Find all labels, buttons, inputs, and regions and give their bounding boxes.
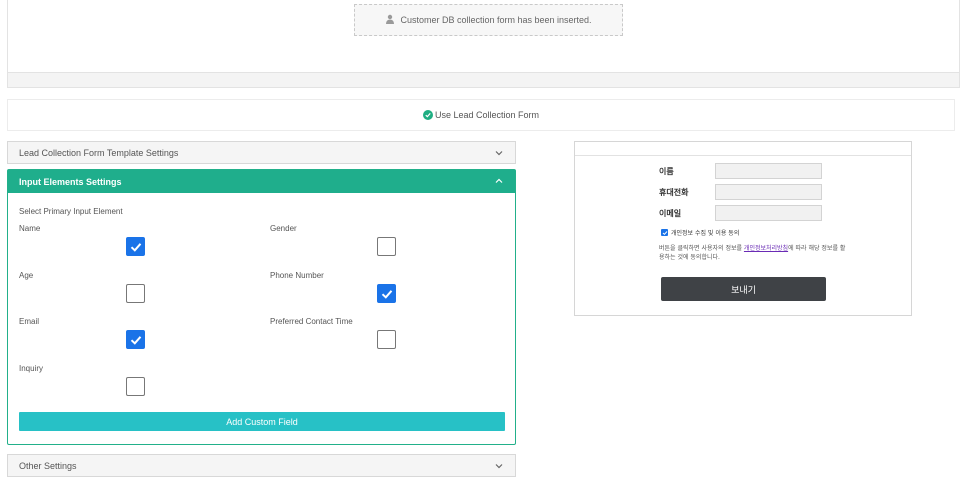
other-settings-label: Other Settings: [19, 460, 77, 471]
editor-panel: Customer DB collection form has been ins…: [7, 0, 960, 88]
preview-email-input[interactable]: [715, 205, 822, 221]
phone-checkbox[interactable]: [377, 284, 396, 303]
preview-label-name: 이름: [659, 167, 674, 176]
inserted-notice-text: Customer DB collection form has been ins…: [400, 15, 592, 25]
use-lead-form-label: Use Lead Collection Form: [434, 110, 540, 120]
input-settings-header[interactable]: Input Elements Settings: [8, 170, 515, 193]
template-settings-label: Lead Collection Form Template Settings: [19, 147, 179, 158]
name-checkbox[interactable]: [126, 237, 145, 256]
add-custom-field-button[interactable]: Add Custom Field: [19, 412, 505, 431]
check-circle-icon: [422, 110, 433, 120]
field-label-age: Age: [19, 271, 34, 280]
inserted-notice[interactable]: Customer DB collection form has been ins…: [354, 4, 623, 36]
chevron-up-icon: [495, 178, 503, 183]
checkmark-icon: [662, 230, 667, 235]
preview-label-email: 이메일: [659, 209, 682, 218]
preview-name-input[interactable]: [715, 163, 822, 179]
use-lead-form-toggle[interactable]: Use Lead Collection Form: [7, 99, 955, 131]
privacy-policy-link[interactable]: 개인정보처리방침: [744, 245, 788, 252]
template-settings-accordion[interactable]: Lead Collection Form Template Settings: [7, 141, 516, 164]
age-checkbox[interactable]: [126, 284, 145, 303]
contact-time-checkbox[interactable]: [377, 330, 396, 349]
field-label-inquiry: Inquiry: [19, 364, 44, 373]
inquiry-checkbox[interactable]: [126, 377, 145, 396]
consent-checkbox[interactable]: [661, 229, 668, 236]
field-label-name: Name: [19, 224, 41, 233]
field-label-gender: Gender: [270, 224, 297, 233]
gender-checkbox[interactable]: [377, 237, 396, 256]
user-icon: [385, 14, 395, 26]
consent-label: 개인정보 수집 및 이용 동의: [671, 230, 740, 237]
field-label-phone: Phone Number: [270, 271, 324, 280]
field-label-contact-time: Preferred Contact Time: [270, 317, 353, 326]
field-label-email: Email: [19, 317, 40, 326]
panel-footer-strip: [8, 72, 959, 87]
email-checkbox[interactable]: [126, 330, 145, 349]
send-button[interactable]: 보내기: [661, 277, 826, 301]
chevron-down-icon: [495, 464, 503, 469]
primary-element-label: Select Primary Input Element: [19, 207, 123, 216]
privacy-consent[interactable]: 개인정보 수집 및 이용 동의: [661, 228, 739, 237]
preview-label-phone: 휴대전화: [659, 188, 689, 197]
checkmark-icon: [130, 335, 141, 345]
preview-phone-input[interactable]: [715, 184, 822, 200]
form-preview: 이름 휴대전화 이메일 개인정보 수집 및 이용 동의 버튼을 클릭하면 사용자…: [574, 141, 912, 316]
checkmark-icon: [130, 242, 141, 252]
chevron-down-icon: [495, 151, 503, 156]
input-settings-panel: Input Elements Settings Select Primary I…: [7, 169, 516, 445]
notice-text-before: 버튼을 클릭하면 사용자의 정보를: [659, 245, 744, 252]
checkmark-icon: [381, 289, 392, 299]
input-settings-label: Input Elements Settings: [19, 176, 122, 187]
form-preview-header: [575, 142, 911, 156]
other-settings-accordion[interactable]: Other Settings: [7, 454, 516, 477]
privacy-notice: 버튼을 클릭하면 사용자의 정보를 개인정보처리방침에 따라 해당 정보를 활용…: [659, 244, 849, 262]
